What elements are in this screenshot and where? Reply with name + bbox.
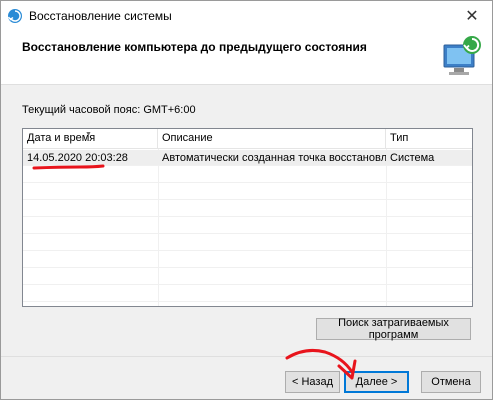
system-restore-icon — [7, 9, 22, 23]
system-restore-window: Восстановление системы ✕ Восстановление … — [0, 0, 493, 400]
table-row[interactable]: 14.05.2020 20:03:28 Автоматически создан… — [23, 150, 472, 166]
restore-points-list[interactable]: ▼ Дата и время Описание Тип 14.05.2020 2… — [22, 128, 473, 307]
column-header-description[interactable]: Описание — [158, 129, 386, 149]
close-icon: ✕ — [465, 8, 479, 25]
wizard-header: Восстановление компьютера до предыдущего… — [1, 31, 492, 85]
title-bar[interactable]: Восстановление системы ✕ — [1, 1, 492, 31]
restore-point-date: 14.05.2020 20:03:28 — [27, 152, 128, 164]
footer-divider — [1, 356, 492, 357]
column-header-type[interactable]: Тип — [386, 129, 472, 149]
close-button[interactable]: ✕ — [452, 1, 492, 31]
empty-row — [23, 184, 472, 200]
empty-row — [23, 201, 472, 217]
empty-row — [23, 286, 472, 302]
column-header-label: Описание — [162, 132, 213, 144]
scan-affected-programs-button[interactable]: Поиск затрагиваемых программ — [316, 317, 471, 341]
empty-row — [23, 252, 472, 268]
page-title: Восстановление компьютера до предыдущего… — [22, 40, 367, 54]
window-title: Восстановление системы — [29, 9, 172, 23]
system-restore-icon — [443, 36, 481, 75]
sort-indicator-icon: ▼ — [85, 131, 92, 138]
timezone-label: Текущий часовой пояс: GMT+6:00 — [22, 104, 196, 116]
column-header-date[interactable]: ▼ Дата и время — [23, 129, 158, 149]
column-header-label: Тип — [390, 132, 409, 144]
empty-row — [23, 269, 472, 285]
empty-row — [23, 235, 472, 251]
empty-row — [23, 218, 472, 234]
back-button[interactable]: < Назад — [285, 371, 340, 393]
restore-point-type: Система — [390, 152, 435, 164]
cancel-button[interactable]: Отмена — [421, 371, 481, 393]
list-header: ▼ Дата и время Описание Тип — [23, 129, 472, 149]
next-button[interactable]: Далее > — [344, 371, 409, 393]
empty-row — [23, 167, 472, 183]
restore-point-description: Автоматически созданная точка восстановл… — [162, 152, 386, 164]
